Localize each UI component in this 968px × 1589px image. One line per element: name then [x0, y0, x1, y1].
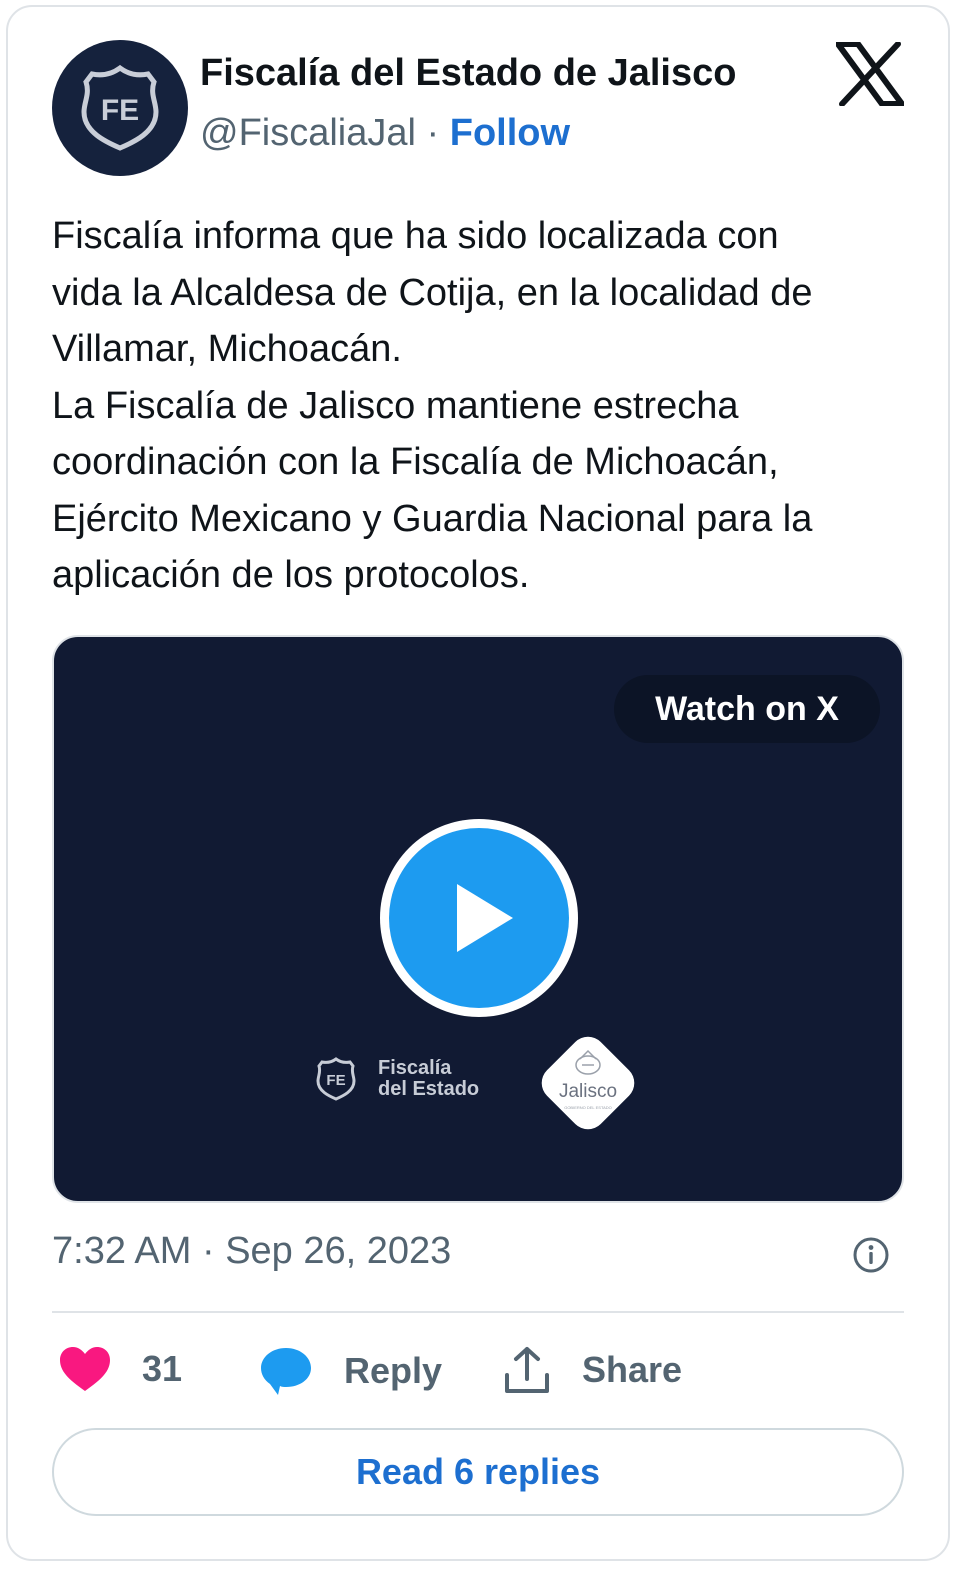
- reply-button[interactable]: Reply: [258, 1345, 442, 1397]
- like-button[interactable]: 31: [58, 1345, 182, 1393]
- jalisco-subtext: GOBIERNO DEL ESTADO: [564, 1105, 612, 1110]
- brand-text: Fiscalía del Estado: [378, 1058, 479, 1100]
- like-count: 31: [142, 1348, 183, 1389]
- video-player[interactable]: Watch on X FE Fiscalía del Estado Jalisc…: [52, 635, 904, 1203]
- tweet-timestamp[interactable]: 7:32 AM · Sep 26, 2023: [52, 1230, 451, 1273]
- play-button[interactable]: [380, 819, 578, 1017]
- follow-button[interactable]: Follow: [450, 112, 570, 154]
- x-logo-icon[interactable]: [836, 42, 904, 106]
- info-icon[interactable]: [852, 1236, 890, 1274]
- handle-row: @FiscaliaJal · Follow: [200, 112, 570, 155]
- account-handle[interactable]: @FiscaliaJal: [200, 112, 416, 154]
- share-icon: [505, 1347, 549, 1393]
- brand-line1: Fiscalía: [378, 1057, 452, 1079]
- jalisco-logo: Jalisco GOBIERNO DEL ESTADO: [541, 1036, 635, 1130]
- jalisco-text: Jalisco: [559, 1081, 617, 1102]
- share-label: Share: [582, 1349, 683, 1390]
- tweet-text: Fiscalía informa que ha sido localizada …: [52, 215, 813, 596]
- avatar[interactable]: FE: [52, 40, 188, 176]
- brand-badge-text: FE: [326, 1072, 345, 1089]
- avatar-text: FE: [101, 94, 139, 127]
- fe-shield-logo: FE: [81, 64, 159, 151]
- fe-shield-icon: FE: [316, 1057, 356, 1101]
- separator: ·: [426, 112, 440, 154]
- watch-on-x-button[interactable]: Watch on X: [614, 675, 880, 743]
- account-name[interactable]: Fiscalía del Estado de Jalisco: [200, 52, 736, 95]
- fiscalia-brand: FE Fiscalía del Estado: [312, 1053, 479, 1105]
- heart-icon: [60, 1347, 110, 1391]
- brand-line2: del Estado: [378, 1078, 480, 1100]
- divider: [52, 1311, 904, 1313]
- reply-bubble-icon: [261, 1348, 311, 1395]
- play-button-inner: [389, 828, 569, 1008]
- reply-label: Reply: [344, 1350, 443, 1391]
- play-icon: [457, 884, 513, 952]
- share-button[interactable]: Share: [502, 1345, 682, 1395]
- read-replies-button[interactable]: Read 6 replies: [52, 1428, 904, 1516]
